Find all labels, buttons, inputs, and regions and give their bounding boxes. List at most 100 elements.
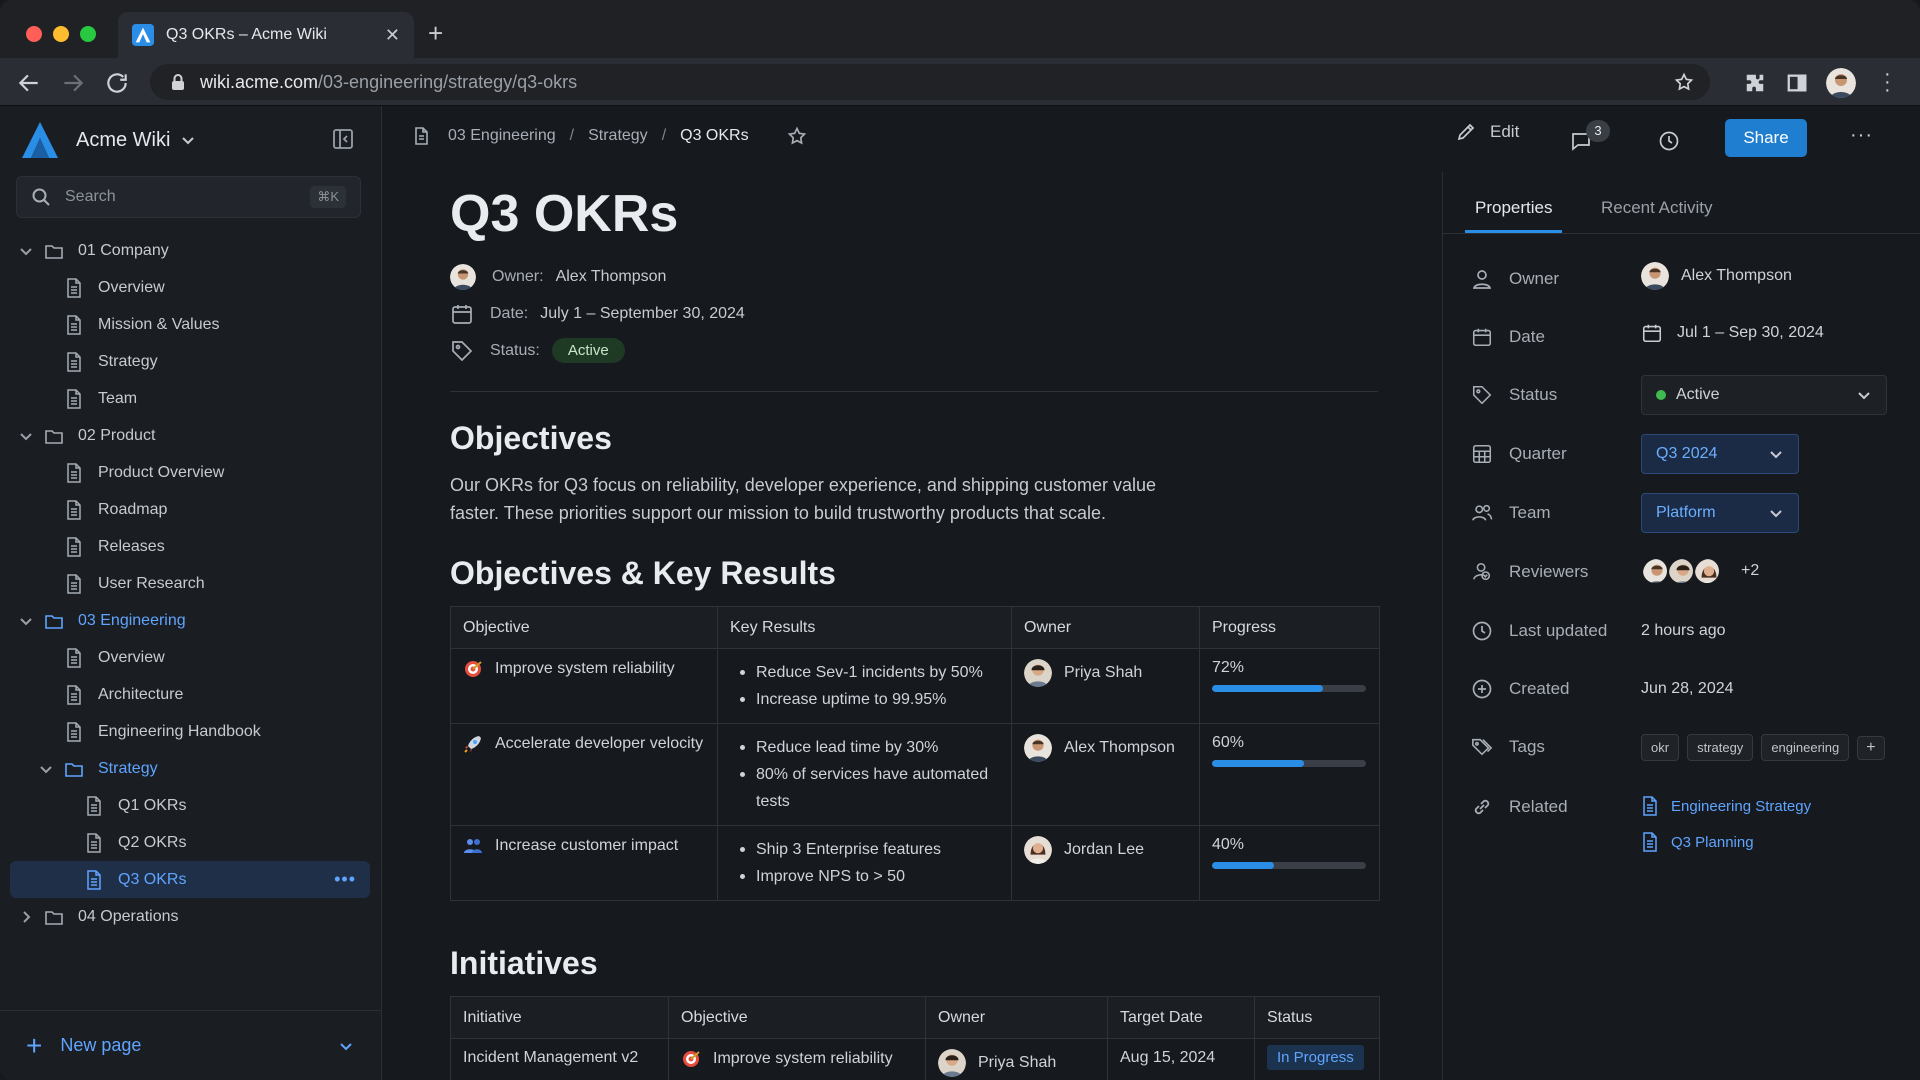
search-input[interactable]: Search ⌘K — [16, 176, 361, 218]
collapse-sidebar-icon[interactable] — [332, 128, 354, 150]
new-tab-button[interactable]: + — [428, 18, 443, 49]
team-icon — [1472, 504, 1493, 521]
key-results-list: Reduce lead time by 30% 80% of services h… — [730, 734, 999, 815]
column-header: Owner — [1011, 606, 1200, 649]
sidebar-page[interactable]: Roadmap — [10, 491, 370, 528]
sidebar-page[interactable]: Engineering Handbook — [10, 713, 370, 750]
tag-chip[interactable]: okr — [1641, 734, 1680, 761]
more-options-icon[interactable]: ··· — [1850, 124, 1873, 147]
browser-window: Q3 OKRs – Acme Wiki ✕ + wiki.acme.com/03… — [0, 0, 1920, 1080]
quarter-select[interactable]: Q3 2024 — [1641, 434, 1799, 474]
share-button[interactable]: Share — [1725, 119, 1807, 157]
owner-avatar — [1641, 262, 1669, 290]
tab-recent-activity[interactable]: Recent Activity — [1601, 198, 1713, 218]
reload-icon[interactable] — [104, 70, 130, 96]
forward-icon[interactable] — [60, 70, 86, 96]
chevron-down-icon[interactable] — [337, 1037, 355, 1055]
sidebar-page[interactable]: User Research — [10, 565, 370, 602]
related-link[interactable]: Q3 Planning — [1641, 832, 1754, 852]
column-header: Target Date — [1107, 996, 1255, 1039]
status-select[interactable]: Active — [1641, 375, 1887, 415]
document-icon — [1643, 796, 1657, 816]
history-clock-icon[interactable] — [1658, 130, 1680, 152]
quarter-dropdown[interactable]: Q3 2024 — [1641, 434, 1799, 474]
sidebar-page[interactable]: Q1 OKRs — [10, 787, 370, 824]
reviewers-value[interactable]: +2 — [1641, 557, 1759, 585]
reviewer-avatar — [1667, 557, 1695, 585]
extensions-icon[interactable] — [1744, 72, 1766, 94]
sidebar-page[interactable]: Overview — [10, 269, 370, 306]
sidebar-page[interactable]: Strategy — [10, 343, 370, 380]
chevron-down-icon[interactable] — [38, 761, 54, 777]
favorite-star-icon[interactable] — [787, 126, 807, 146]
sidebar-folder[interactable]: Strategy — [10, 750, 370, 787]
sidebar-folder[interactable]: 04 Operations — [10, 898, 370, 935]
breadcrumb-item[interactable]: Strategy — [588, 127, 648, 145]
close-tab-icon[interactable]: ✕ — [385, 25, 400, 46]
column-header: Owner — [925, 996, 1108, 1039]
tags-list: okr strategy engineering + — [1641, 734, 1893, 761]
team-select[interactable]: Platform — [1641, 493, 1799, 533]
chevron-right-icon[interactable] — [18, 909, 34, 925]
page-content: Q3 OKRs Owner: Alex Thompson Date: July … — [450, 172, 1380, 1080]
sidebar-page[interactable]: Releases — [10, 528, 370, 565]
more-options-icon[interactable]: ••• — [334, 869, 356, 890]
date-label: Date: — [490, 304, 529, 322]
related-link[interactable]: Engineering Strategy — [1641, 796, 1811, 816]
breadcrumb-item[interactable]: 03 Engineering — [448, 127, 556, 145]
minimize-window-button[interactable] — [53, 26, 69, 42]
sidebar-page[interactable]: Q3 OKRs ••• — [10, 861, 370, 898]
folder-icon — [65, 762, 83, 777]
sidebar-page[interactable]: Team — [10, 380, 370, 417]
browser-tab[interactable]: Q3 OKRs – Acme Wiki ✕ — [118, 12, 414, 58]
sidebar-page[interactable]: Architecture — [10, 676, 370, 713]
prop-status: Status — [1471, 384, 1645, 406]
chevron-down-icon[interactable] — [18, 613, 34, 629]
edit-button[interactable]: Edit — [1456, 122, 1519, 142]
new-page-button[interactable]: + New page — [0, 1010, 381, 1080]
workspace-switcher[interactable]: Acme Wiki — [20, 120, 196, 160]
date-value[interactable]: Jul 1 – Sep 30, 2024 — [1641, 322, 1824, 344]
sidebar-page[interactable]: Overview — [10, 639, 370, 676]
meta-date: Date: July 1 – September 30, 2024 — [450, 295, 1380, 332]
objectives-heading: Objectives — [450, 420, 612, 456]
sidebar-folder[interactable]: 02 Product — [10, 417, 370, 454]
key-results-cell: Ship 3 Enterprise features Improve NPS to… — [717, 825, 1012, 901]
profile-avatar[interactable] — [1826, 68, 1856, 98]
back-icon[interactable] — [16, 70, 42, 96]
sidepanel-icon[interactable] — [1786, 72, 1808, 94]
close-window-button[interactable] — [26, 26, 42, 42]
sidebar-page[interactable]: Mission & Values — [10, 306, 370, 343]
status-dropdown[interactable]: Active — [1641, 375, 1887, 415]
browser-menu-icon[interactable]: · · · — [1884, 64, 1891, 100]
document-icon — [67, 721, 81, 742]
address-bar[interactable]: wiki.acme.com/03-engineering/strategy/q3… — [150, 64, 1710, 100]
owner: Priya Shah — [1024, 659, 1187, 687]
owner-name: Alex Thompson — [1064, 739, 1175, 756]
sidebar-folder[interactable]: 03 Engineering — [10, 602, 370, 639]
sidebar-page[interactable]: Product Overview — [10, 454, 370, 491]
bookmark-star-icon[interactable] — [1674, 72, 1694, 92]
chevron-down-icon[interactable] — [18, 428, 34, 444]
date-text: Jul 1 – Sep 30, 2024 — [1677, 324, 1824, 341]
page-title: Q3 OKRs — [450, 185, 679, 243]
owner-value[interactable]: Alex Thompson — [1641, 262, 1792, 290]
sidebar-item-label: 04 Operations — [78, 907, 179, 925]
table-row: Incident Management v2 Improve system rel… — [450, 1038, 1380, 1080]
person-icon — [1472, 270, 1492, 289]
target-date-cell: Aug 15, 2024 — [1107, 1038, 1255, 1080]
date-value: July 1 – September 30, 2024 — [540, 304, 745, 322]
sidebar-item-label: Roadmap — [98, 500, 168, 518]
maximize-window-button[interactable] — [80, 26, 96, 42]
sidebar-page[interactable]: Q2 OKRs — [10, 824, 370, 861]
acme-logo-icon — [132, 24, 154, 46]
tab-properties[interactable]: Properties — [1465, 198, 1563, 233]
owner-name: Alex Thompson — [1681, 267, 1792, 284]
chevron-down-icon[interactable] — [18, 243, 34, 259]
sidebar-folder[interactable]: 01 Company — [10, 232, 370, 269]
tag-chip[interactable]: strategy — [1687, 734, 1754, 761]
add-tag-button[interactable]: + — [1857, 735, 1885, 760]
sidebar-item-label: Overview — [98, 648, 165, 666]
tag-chip[interactable]: engineering — [1761, 734, 1850, 761]
team-dropdown[interactable]: Platform — [1641, 493, 1799, 533]
